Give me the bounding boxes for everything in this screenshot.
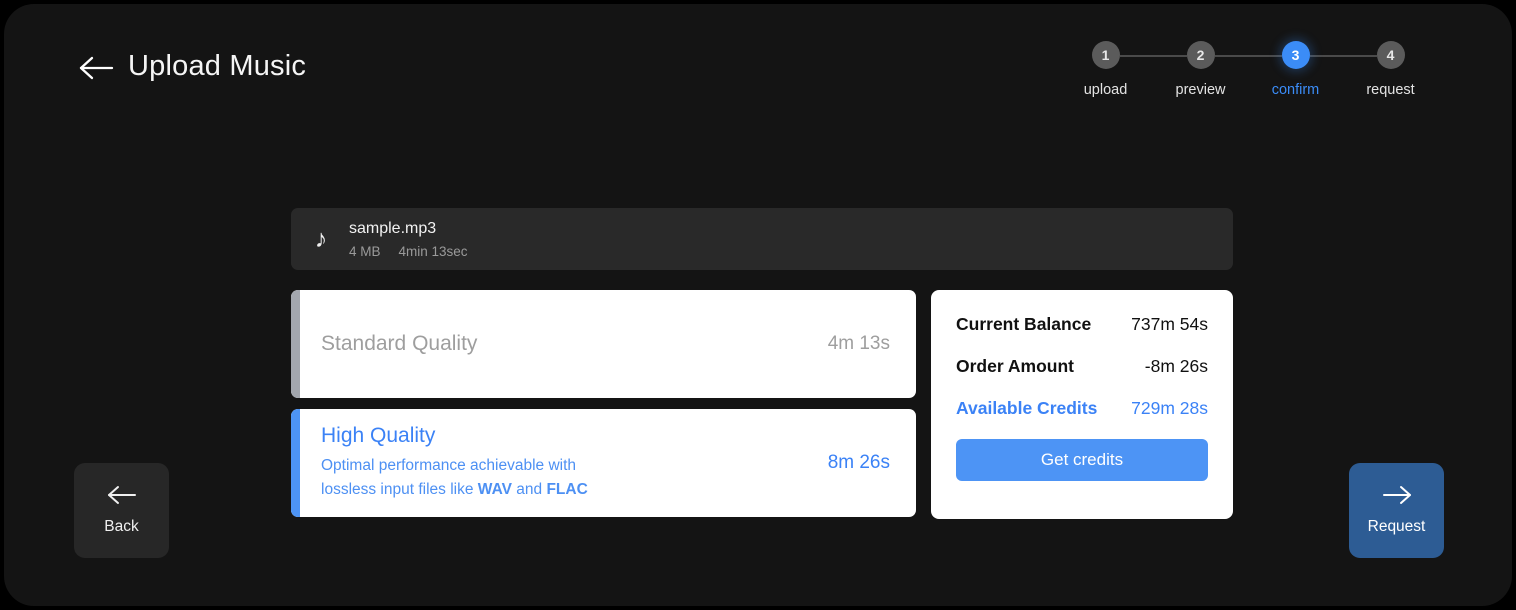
step-request[interactable]: 4 request	[1343, 41, 1438, 98]
page-header: Upload Music 1 upload 2 preview 3 confir…	[4, 4, 1512, 114]
option-texts: Standard Quality	[321, 332, 477, 356]
option-body: Standard Quality 4m 13s	[291, 332, 916, 356]
step-label: upload	[1083, 82, 1128, 98]
back-button[interactable]: Back	[74, 463, 169, 558]
get-credits-button[interactable]: Get credits	[956, 439, 1208, 481]
music-note-icon: ♪	[314, 224, 328, 253]
step-number: 4	[1376, 41, 1405, 69]
balance-label: Order Amount	[956, 356, 1074, 376]
app-window: Upload Music 1 upload 2 preview 3 confir…	[4, 4, 1512, 606]
option-desc-part2: and	[511, 481, 547, 498]
step-number: 2	[1186, 41, 1215, 69]
file-duration: 4min 13sec	[398, 243, 468, 259]
balance-summary-panel: Current Balance 737m 54s Order Amount -8…	[931, 290, 1233, 519]
step-label: request	[1366, 82, 1415, 98]
arrow-left-icon	[106, 485, 138, 508]
quality-option-high[interactable]: High Quality Optimal performance achieva…	[291, 409, 916, 517]
step-connector	[1119, 55, 1187, 57]
option-texts: High Quality Optimal performance achieva…	[321, 424, 631, 502]
balance-label: Available Credits	[956, 398, 1098, 418]
back-arrow-icon[interactable]	[78, 52, 116, 84]
progress-stepper: 1 upload 2 preview 3 confirm 4 request	[1058, 41, 1438, 98]
step-connector	[1214, 55, 1282, 57]
option-duration: 8m 26s	[827, 452, 890, 473]
option-duration: 4m 13s	[827, 333, 890, 354]
balance-row-available: Available Credits 729m 28s	[956, 398, 1208, 419]
option-description: Optimal performance achievable with loss…	[321, 454, 631, 502]
file-size: 4 MB	[349, 243, 381, 259]
back-button-label: Back	[104, 518, 139, 535]
uploaded-file-card: ♪ sample.mp3 4 MB 4min 13sec	[291, 208, 1233, 270]
file-name: sample.mp3	[349, 219, 437, 237]
option-body: High Quality Optimal performance achieva…	[291, 424, 916, 502]
request-button[interactable]: Request	[1349, 463, 1444, 558]
balance-row-order: Order Amount -8m 26s	[956, 356, 1208, 377]
option-title: Standard Quality	[321, 332, 478, 355]
arrow-right-icon	[1381, 485, 1413, 508]
quality-options-list: Standard Quality 4m 13s High Quality Opt…	[291, 290, 916, 517]
option-desc-format-flac: FLAC	[546, 481, 588, 498]
option-title: High Quality	[321, 423, 436, 447]
balance-value: -8m 26s	[1144, 356, 1208, 376]
step-confirm[interactable]: 3 confirm	[1248, 41, 1377, 98]
file-metadata: sample.mp3 4 MB 4min 13sec	[349, 220, 468, 259]
balance-label: Current Balance	[956, 314, 1092, 334]
option-accent-bar	[291, 409, 300, 517]
quality-option-standard[interactable]: Standard Quality 4m 13s	[291, 290, 916, 398]
option-desc-format-wav: WAV	[477, 481, 512, 498]
request-button-label: Request	[1367, 518, 1426, 535]
balance-value: 729m 28s	[1131, 398, 1208, 418]
step-preview[interactable]: 2 preview	[1153, 41, 1282, 98]
step-connector	[1309, 55, 1377, 57]
file-subinfo: 4 MB 4min 13sec	[349, 244, 468, 259]
balance-row-current: Current Balance 737m 54s	[956, 314, 1208, 335]
step-number: 3	[1281, 41, 1310, 69]
page-title: Upload Music	[128, 50, 307, 82]
option-accent-bar	[291, 290, 300, 398]
balance-value: 737m 54s	[1131, 314, 1208, 334]
step-upload[interactable]: 1 upload	[1058, 41, 1187, 98]
step-label: confirm	[1271, 82, 1320, 98]
step-number: 1	[1091, 41, 1120, 69]
step-label: preview	[1175, 82, 1226, 98]
